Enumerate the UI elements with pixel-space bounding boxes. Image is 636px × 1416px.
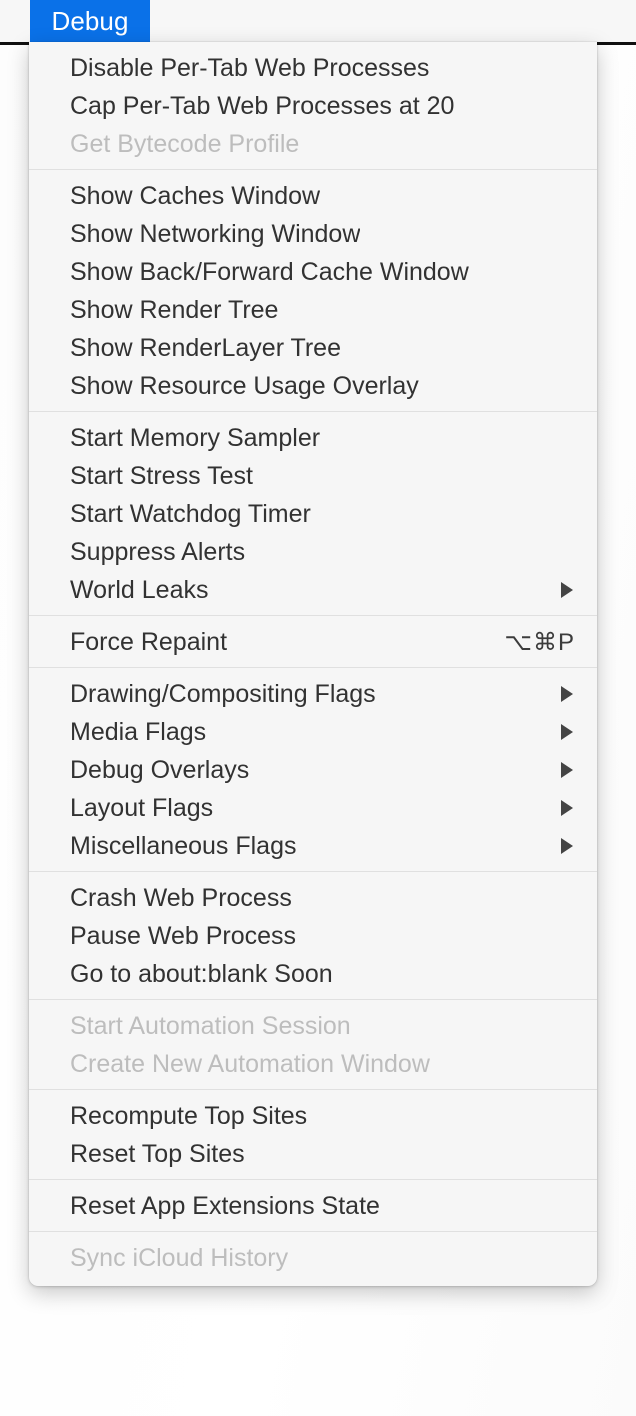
menu-item-label: Layout Flags (70, 795, 214, 821)
menu-item[interactable]: Go to about:blank Soon (29, 955, 597, 993)
menu-separator (29, 1089, 597, 1090)
triangle-right-icon (535, 685, 575, 703)
menu-item-label: Show Resource Usage Overlay (70, 373, 419, 399)
triangle-right-icon (535, 581, 575, 599)
menu-section: Show Caches Window Show Networking Window… (29, 177, 597, 405)
menu-item-label: Disable Per-Tab Web Processes (70, 55, 430, 81)
triangle-right-icon (535, 799, 575, 817)
menu-item[interactable]: Pause Web Process (29, 917, 597, 955)
menu-separator (29, 999, 597, 1000)
menubar-item-debug-label: Debug (51, 6, 129, 36)
menu-section: Start Automation Session Create New Autom… (29, 1007, 597, 1083)
menu-item[interactable]: Layout Flags (29, 789, 597, 827)
menu-item-label: Get Bytecode Profile (70, 131, 300, 157)
menu-item[interactable]: Show Networking Window (29, 215, 597, 253)
menu-item-label: Show Render Tree (70, 297, 279, 323)
menu-item[interactable]: Drawing/Compositing Flags (29, 675, 597, 713)
menu-item[interactable]: Disable Per-Tab Web Processes (29, 49, 597, 87)
triangle-right-icon (535, 723, 575, 741)
menu-item-label: Drawing/Compositing Flags (70, 681, 376, 707)
menu-item-label: Pause Web Process (70, 923, 297, 949)
menu-item-label: Go to about:blank Soon (70, 961, 333, 987)
menu-item[interactable]: Force Repaint ⌥⌘P (29, 623, 597, 661)
menu-item-label: Crash Web Process (70, 885, 292, 911)
debug-menu-dropdown[interactable]: Disable Per-Tab Web Processes Cap Per-Tab… (29, 42, 597, 1286)
menu-item[interactable]: Show Back/Forward Cache Window (29, 253, 597, 291)
menu-item-label: Show Back/Forward Cache Window (70, 259, 469, 285)
menu-item[interactable]: Start Watchdog Timer (29, 495, 597, 533)
menu-item-label: Start Memory Sampler (70, 425, 321, 451)
menu-item-label: Reset App Extensions State (70, 1193, 380, 1219)
menu-item[interactable]: Crash Web Process (29, 879, 597, 917)
menu-item-label: Force Repaint (70, 629, 228, 655)
menu-item[interactable]: Show RenderLayer Tree (29, 329, 597, 367)
menu-item[interactable]: Show Caches Window (29, 177, 597, 215)
menu-item-label: Sync iCloud History (70, 1245, 289, 1271)
menu-item[interactable]: Cap Per-Tab Web Processes at 20 (29, 87, 597, 125)
menu-item[interactable]: Miscellaneous Flags (29, 827, 597, 865)
menu-section: Crash Web Process Pause Web Process Go to … (29, 879, 597, 993)
menu-item: Sync iCloud History (29, 1239, 597, 1277)
menu-item: Create New Automation Window (29, 1045, 597, 1083)
menu-item: Start Automation Session (29, 1007, 597, 1045)
menubar-item-debug[interactable]: Debug (30, 0, 150, 42)
menu-item[interactable]: Media Flags (29, 713, 597, 751)
menu-item-label: Show Networking Window (70, 221, 361, 247)
menu-item[interactable]: Show Render Tree (29, 291, 597, 329)
menu-item-label: Reset Top Sites (70, 1141, 245, 1167)
menu-item-label: Media Flags (70, 719, 207, 745)
menu-item: Get Bytecode Profile (29, 125, 597, 163)
menu-separator (29, 411, 597, 412)
menu-item-label: Start Watchdog Timer (70, 501, 311, 527)
menu-item-label: Create New Automation Window (70, 1051, 430, 1077)
menu-item[interactable]: Reset Top Sites (29, 1135, 597, 1173)
menu-item[interactable]: Recompute Top Sites (29, 1097, 597, 1135)
menu-separator (29, 667, 597, 668)
menu-separator (29, 1179, 597, 1180)
triangle-right-icon (535, 761, 575, 779)
menu-section: Recompute Top Sites Reset Top Sites (29, 1097, 597, 1173)
menu-separator (29, 169, 597, 170)
menu-item-label: Start Stress Test (70, 463, 253, 489)
menu-section: Disable Per-Tab Web Processes Cap Per-Tab… (29, 49, 597, 163)
menu-section: Reset App Extensions State (29, 1187, 597, 1225)
menu-item-label: Recompute Top Sites (70, 1103, 308, 1129)
menu-separator (29, 1231, 597, 1232)
menu-item-label: Start Automation Session (70, 1013, 351, 1039)
menu-item[interactable]: Reset App Extensions State (29, 1187, 597, 1225)
menu-item-shortcut: ⌥⌘P (504, 628, 575, 656)
menu-item-label: Miscellaneous Flags (70, 833, 297, 859)
menu-separator (29, 871, 597, 872)
menu-item[interactable]: Start Stress Test (29, 457, 597, 495)
menu-section: Drawing/Compositing Flags Media Flags Debu… (29, 675, 597, 865)
menu-item-label: Suppress Alerts (70, 539, 246, 565)
menu-item-label: Show RenderLayer Tree (70, 335, 341, 361)
menu-separator (29, 615, 597, 616)
triangle-right-icon (535, 837, 575, 855)
menu-item[interactable]: Start Memory Sampler (29, 419, 597, 457)
menu-section: Sync iCloud History (29, 1239, 597, 1277)
menu-item-label: Cap Per-Tab Web Processes at 20 (70, 93, 455, 119)
menu-item[interactable]: Show Resource Usage Overlay (29, 367, 597, 405)
menu-section: Force Repaint ⌥⌘P (29, 623, 597, 661)
menu-section: Start Memory Sampler Start Stress Test Sta… (29, 419, 597, 609)
menu-item-label: World Leaks (70, 577, 209, 603)
menu-item[interactable]: Debug Overlays (29, 751, 597, 789)
menu-item[interactable]: Suppress Alerts (29, 533, 597, 571)
menu-item-label: Debug Overlays (70, 757, 250, 783)
menu-item-label: Show Caches Window (70, 183, 321, 209)
menu-item[interactable]: World Leaks (29, 571, 597, 609)
